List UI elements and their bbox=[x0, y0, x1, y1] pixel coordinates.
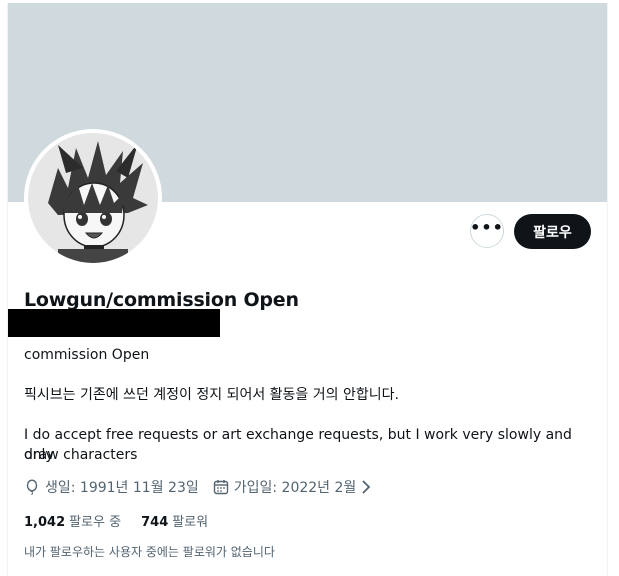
more-icon: ••• bbox=[470, 218, 504, 237]
followers-label: 팔로워 bbox=[172, 515, 209, 530]
following-label: 팔로우 중 bbox=[69, 515, 122, 530]
mutual-followers-note: 내가 팔로우하는 사용자 중에는 팔로워가 없습니다 bbox=[24, 545, 275, 559]
followers-count: 744 bbox=[141, 515, 169, 530]
following-link[interactable]: 1,042 팔로우 중 bbox=[24, 511, 121, 530]
chevron-right-icon bbox=[362, 480, 371, 494]
following-count: 1,042 bbox=[24, 515, 66, 530]
joined-text: 가입일: 2022년 2월 bbox=[233, 480, 357, 496]
follow-button[interactable]: 팔로우 bbox=[514, 214, 591, 249]
avatar[interactable] bbox=[24, 129, 162, 267]
balloon-icon bbox=[26, 479, 38, 495]
profile-meta: 생일: 1991년 11월 23일 가입일: 2022년 2월 bbox=[24, 477, 388, 497]
calendar-icon bbox=[213, 480, 228, 495]
redacted-handle bbox=[8, 309, 220, 337]
followers-link[interactable]: 744 팔로워 bbox=[141, 511, 208, 530]
bio-line-4: draw characters bbox=[24, 447, 138, 463]
joined-item[interactable]: 가입일: 2022년 2월 bbox=[213, 477, 375, 497]
bio-line-1: commission Open bbox=[24, 347, 150, 363]
avatar-illustration bbox=[28, 133, 158, 263]
profile-card: ••• 팔로우 Lowgun/commission Open commissio… bbox=[7, 3, 608, 576]
follow-stats: 1,042 팔로우 중 744 팔로워 bbox=[24, 511, 228, 530]
birthday-text: 생일: 1991년 11월 23일 bbox=[45, 480, 199, 496]
birthday-item: 생일: 1991년 11월 23일 bbox=[24, 477, 199, 497]
bio-line-2: 픽시브는 기존에 쓰던 계정이 정지 되어서 활동을 거의 안합니다. bbox=[24, 387, 399, 403]
display-name: Lowgun/commission Open bbox=[24, 289, 299, 311]
more-options-button[interactable]: ••• bbox=[470, 214, 504, 248]
